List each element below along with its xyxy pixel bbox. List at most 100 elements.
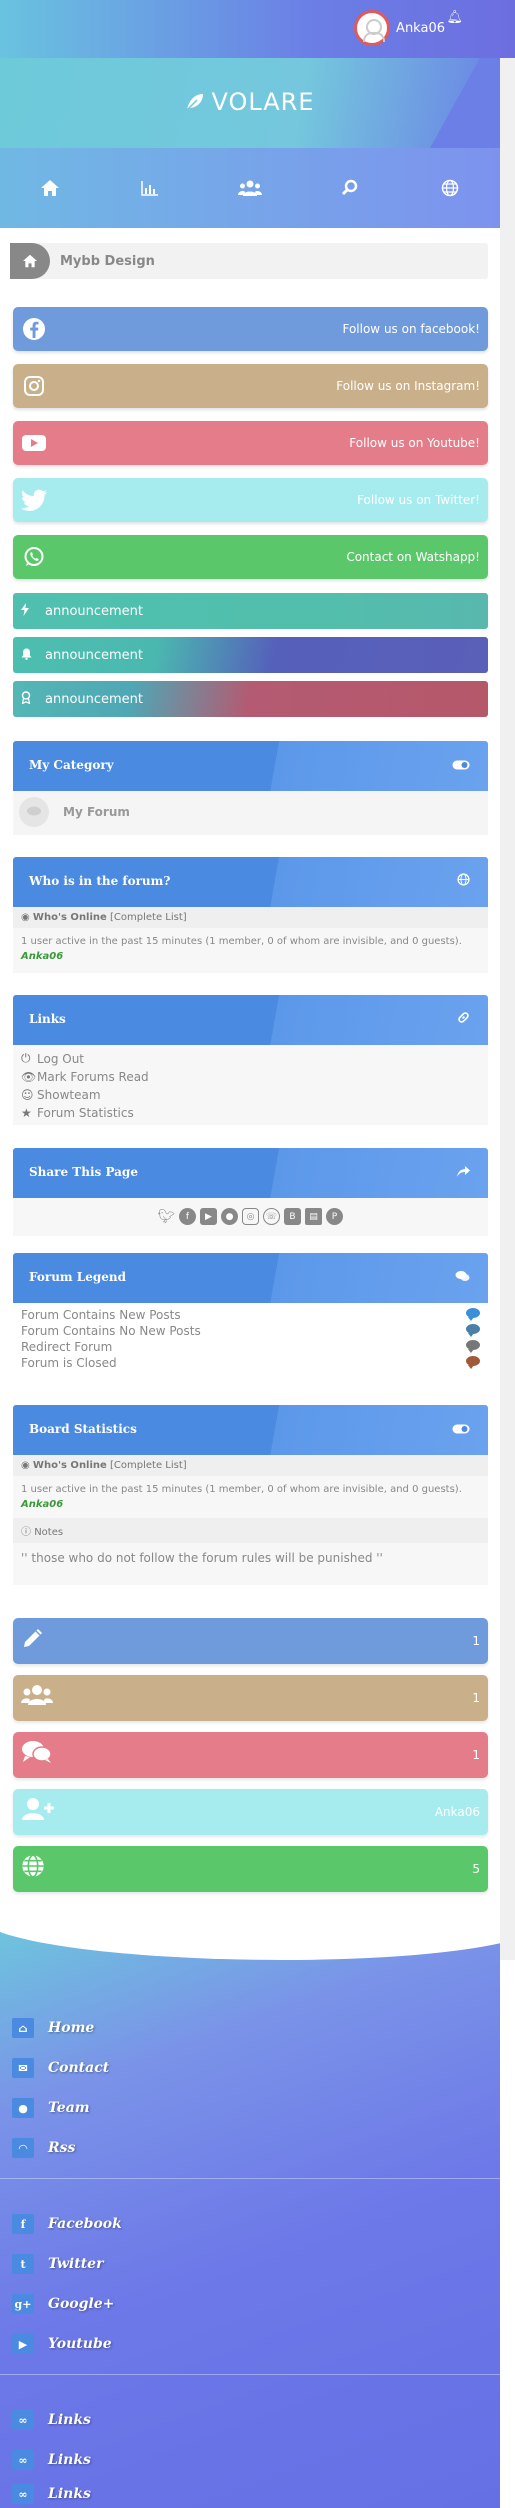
- board-stats-header[interactable]: Board Statistics: [13, 1405, 488, 1455]
- footer-link-twitter[interactable]: t Twitter: [12, 2254, 103, 2274]
- whos-online-row: ◉ Who's Online [Complete List]: [13, 907, 488, 928]
- legend-header: Forum Legend: [13, 1253, 488, 1303]
- showteam-label: Showteam: [37, 1088, 101, 1102]
- share-reddit-icon[interactable]: ●: [221, 1208, 238, 1225]
- footer-link-home[interactable]: ⌂ Home: [12, 2018, 94, 2038]
- footer-link-label: Facebook: [48, 2216, 122, 2232]
- link-icon: ∞: [12, 2484, 34, 2504]
- footer-link-team[interactable]: ● Team: [12, 2098, 90, 2118]
- footer-link-label: Links: [48, 2412, 91, 2428]
- online-user-link[interactable]: Anka06: [21, 1499, 63, 1510]
- complete-list-link[interactable]: [Complete List]: [110, 912, 187, 923]
- star-icon: ★: [21, 1106, 32, 1120]
- share-twitch-icon[interactable]: ▤: [305, 1208, 322, 1225]
- online-user-link[interactable]: Anka06: [21, 951, 63, 962]
- nav-home-icon[interactable]: [35, 173, 65, 203]
- forum-name[interactable]: My Forum: [63, 805, 130, 819]
- breadcrumb: Mybb Design: [10, 243, 488, 279]
- youtube-button[interactable]: Follow us on Youtube!: [13, 421, 488, 465]
- eye-icon: 👁︎: [21, 1070, 37, 1084]
- footer-link-contact[interactable]: ✉ Contact: [12, 2058, 109, 2078]
- whos-online-label: Who's Online: [32, 912, 107, 923]
- footer-link-facebook[interactable]: f Facebook: [12, 2214, 122, 2234]
- home-icon: ⌂: [12, 2018, 34, 2038]
- site-logo[interactable]: VOLARE: [0, 88, 500, 116]
- nav-search-icon[interactable]: [335, 173, 365, 203]
- announcement-bar[interactable]: announcement: [13, 681, 488, 717]
- share-whatsapp-icon[interactable]: ☏: [263, 1208, 280, 1225]
- globe-small-icon: ◉: [21, 1460, 30, 1471]
- rss-icon: ◠: [12, 2138, 34, 2158]
- showteam-link[interactable]: ☺ Showteam: [13, 1086, 488, 1104]
- google-plus-icon: g+: [12, 2294, 34, 2314]
- leaf-icon: [186, 94, 204, 111]
- share-facebook-icon[interactable]: f: [179, 1208, 196, 1225]
- share-title: Share This Page: [29, 1165, 138, 1179]
- twitter-button[interactable]: Follow us on Twitter!: [13, 478, 488, 522]
- page-side-shadow: [500, 0, 515, 1960]
- threads-count: 1: [472, 1748, 480, 1762]
- nav-globe-icon[interactable]: [435, 173, 465, 203]
- globe-icon: [21, 1854, 45, 1884]
- footer-link-youtube[interactable]: ▶ Youtube: [12, 2334, 112, 2354]
- info-icon: ⓘ: [21, 1527, 31, 1538]
- board-online-users: Anka06: [13, 1499, 488, 1514]
- newest-member-name[interactable]: Anka06: [435, 1805, 480, 1819]
- footer-link-links[interactable]: ∞ Links: [12, 2410, 91, 2430]
- announcement-bar[interactable]: announcement: [13, 593, 488, 629]
- footer-link-label: Rss: [48, 2140, 76, 2156]
- footer-link-label: Home: [48, 2020, 95, 2036]
- footer-link-label: Links: [48, 2452, 91, 2468]
- legend-title: Forum Legend: [29, 1270, 127, 1284]
- whatsapp-button[interactable]: Contact on Watshapp!: [13, 535, 488, 579]
- user-menu[interactable]: Anka06: [354, 10, 445, 46]
- footer-link-google[interactable]: g+ Google+: [12, 2294, 114, 2314]
- closed-icon: [466, 1356, 480, 1369]
- footer-link-links[interactable]: ∞ Links: [12, 2484, 91, 2504]
- mark-read-label: Mark Forums Read: [37, 1070, 149, 1084]
- forum-stats-link[interactable]: ★ Forum Statistics: [13, 1104, 488, 1122]
- username-label[interactable]: Anka06: [396, 21, 445, 36]
- bell-icon[interactable]: 🔔︎: [446, 10, 463, 25]
- legend-row: Forum Contains No New Posts: [13, 1323, 488, 1339]
- logout-link[interactable]: ⏻ Log Out: [13, 1049, 488, 1068]
- mark-read-link[interactable]: 👁︎ Mark Forums Read: [13, 1068, 488, 1086]
- footer-link-rss[interactable]: ◠ Rss: [12, 2138, 75, 2158]
- legend-body: Forum Contains New Posts Forum Contains …: [13, 1303, 488, 1383]
- nav-stats-icon[interactable]: [135, 173, 165, 203]
- avatar[interactable]: [354, 10, 391, 46]
- footer-link-links[interactable]: ∞ Links: [12, 2450, 91, 2470]
- online-count: 5: [472, 1862, 480, 1876]
- announcement-bar[interactable]: announcement: [13, 637, 488, 673]
- top-bar: Anka06 🔔︎: [0, 0, 515, 58]
- toggle-icon[interactable]: [452, 1420, 470, 1438]
- share-pinterest-icon[interactable]: P: [326, 1208, 343, 1225]
- announcement-label: announcement: [45, 647, 144, 663]
- breadcrumb-home-icon[interactable]: [10, 243, 50, 279]
- legend-new-label: Forum Contains New Posts: [21, 1308, 181, 1322]
- share-body: 🐦︎ f ▶ ● ◎ ☏ B ▤ P: [13, 1198, 488, 1236]
- instagram-button[interactable]: Follow us on Instagram!: [13, 364, 488, 408]
- share-blogger-icon[interactable]: B: [284, 1208, 301, 1225]
- nav-members-icon[interactable]: [235, 173, 265, 203]
- site-header: VOLARE: [0, 58, 500, 148]
- link-icon: ∞: [12, 2450, 34, 2470]
- breadcrumb-current[interactable]: Mybb Design: [60, 254, 155, 269]
- share-twitter-icon[interactable]: 🐦︎: [158, 1208, 176, 1225]
- online-summary: 1 user active in the past 15 minutes (1 …: [21, 936, 462, 947]
- facebook-button[interactable]: Follow us on facebook!: [13, 307, 488, 351]
- share-youtube-icon[interactable]: ▶: [200, 1208, 217, 1225]
- facebook-icon: [21, 316, 47, 342]
- members-stat: 1: [13, 1675, 488, 1721]
- category-body: My Forum: [13, 791, 488, 835]
- complete-list-link[interactable]: [Complete List]: [110, 1460, 187, 1471]
- no-new-posts-icon: [466, 1324, 480, 1337]
- category-header[interactable]: My Category: [13, 741, 488, 791]
- share-arrow-icon: [457, 1163, 470, 1181]
- link-icon: ∞: [12, 2410, 34, 2430]
- forum-row[interactable]: My Forum: [13, 791, 488, 833]
- footer-link-label: Youtube: [48, 2336, 112, 2352]
- toggle-icon[interactable]: [452, 756, 470, 774]
- category-title: My Category: [29, 758, 114, 772]
- share-instagram-icon[interactable]: ◎: [242, 1208, 259, 1225]
